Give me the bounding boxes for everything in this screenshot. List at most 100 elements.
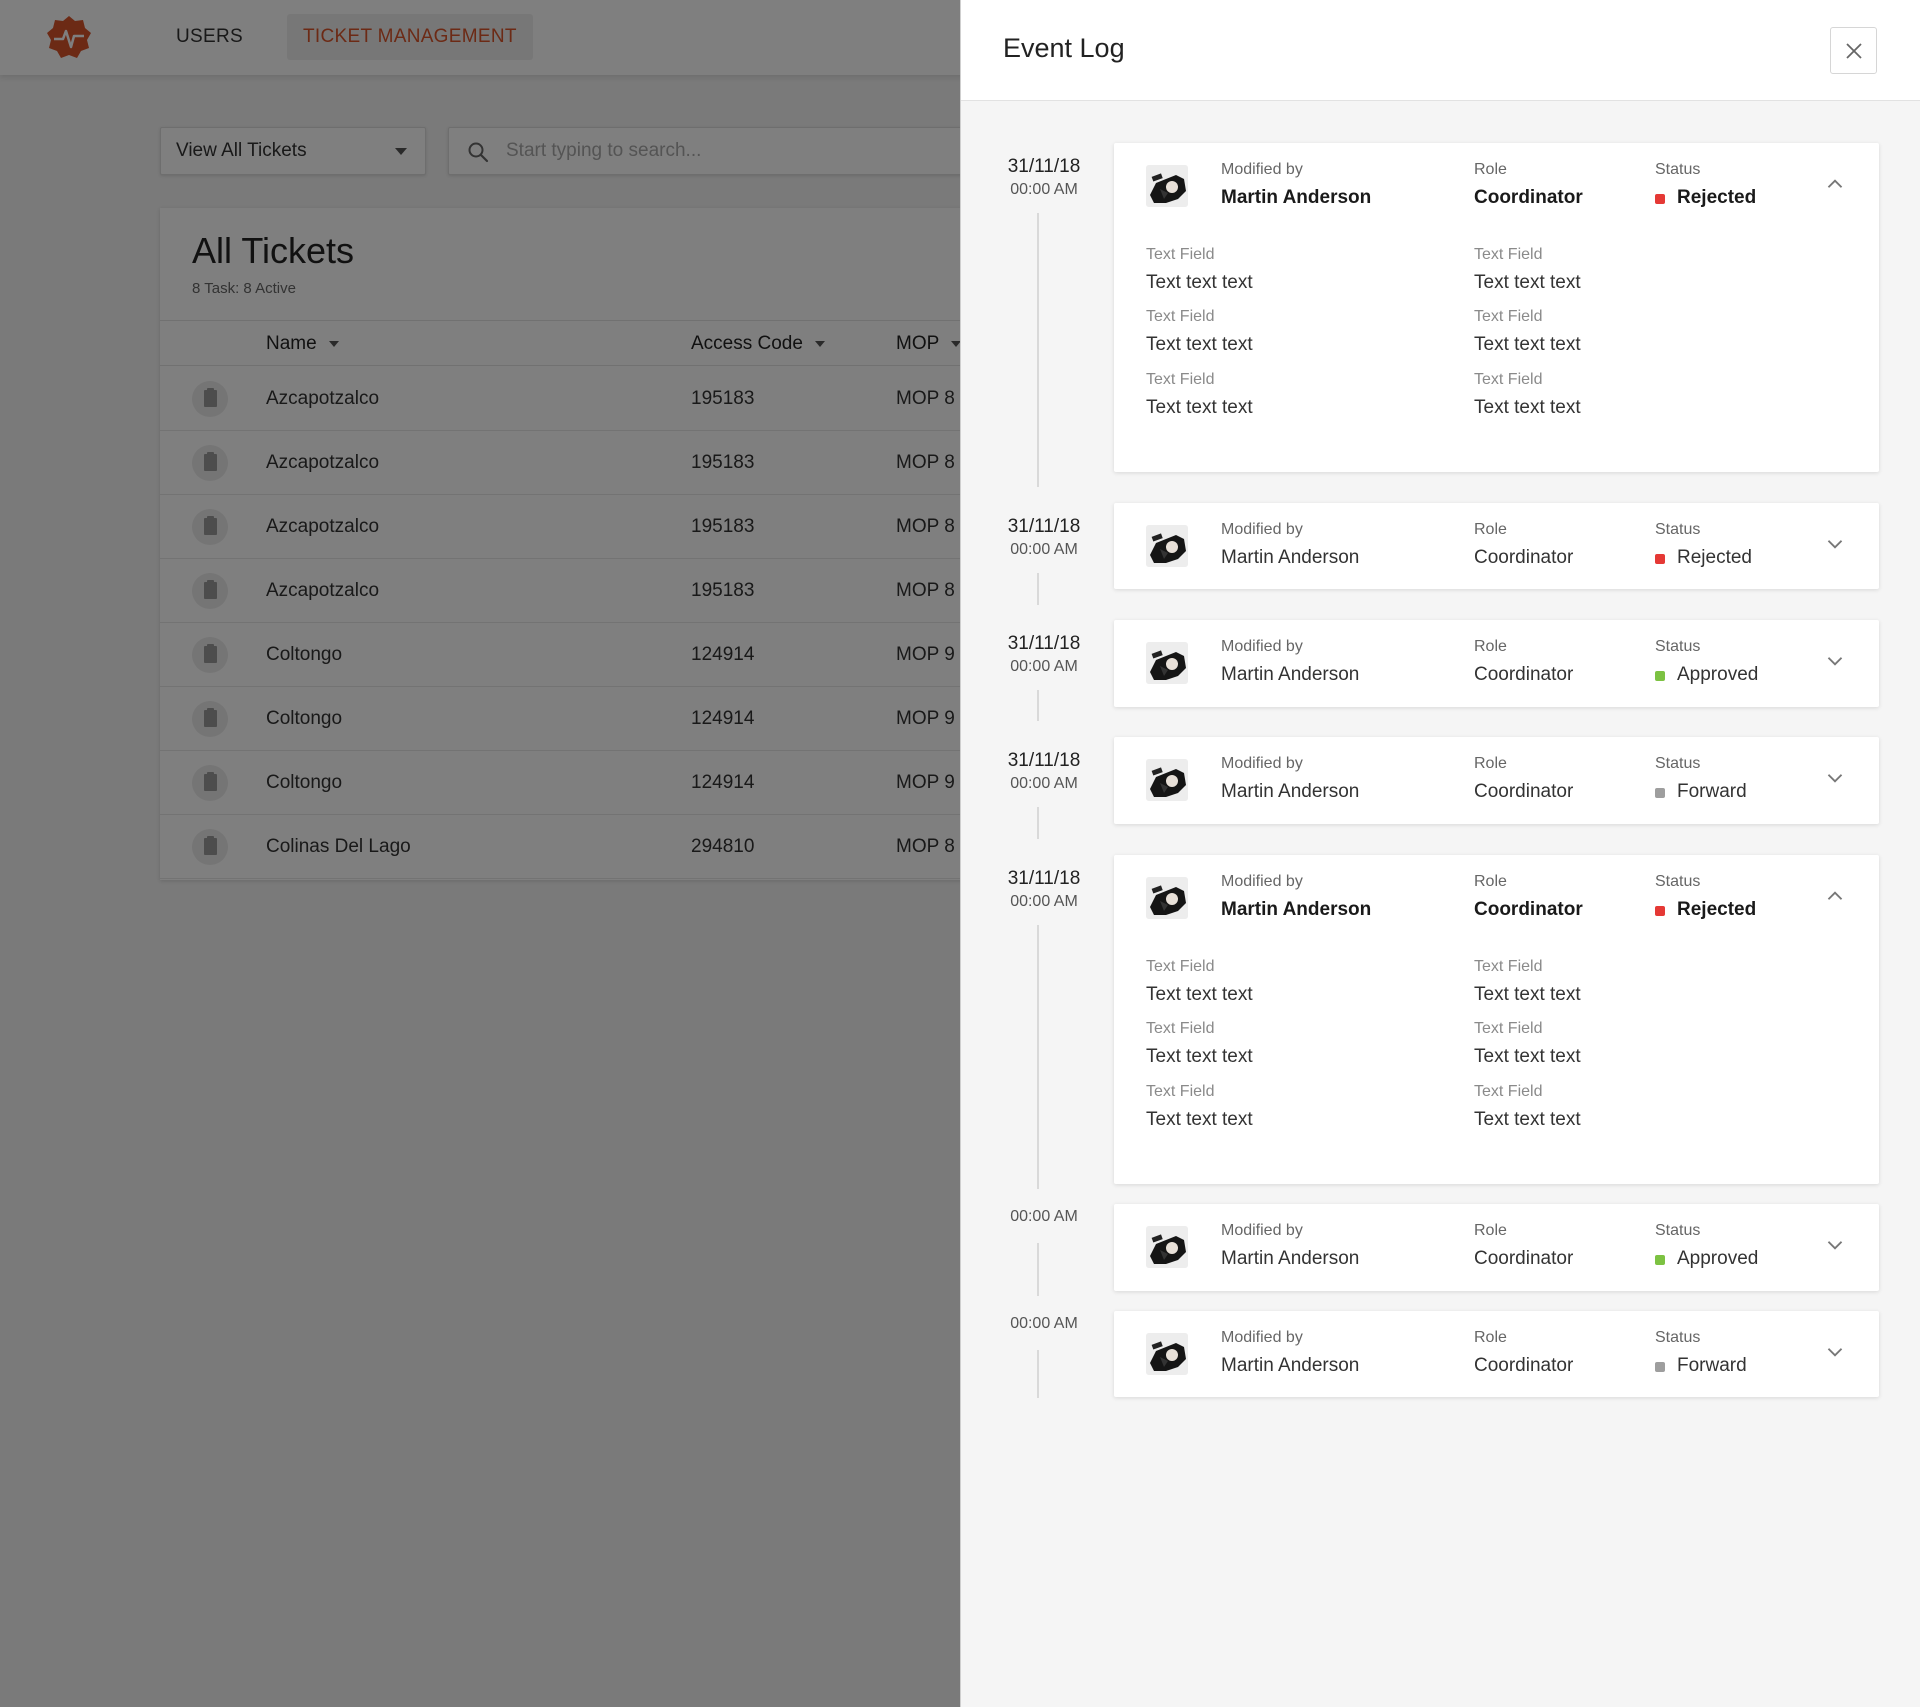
modified-by-value: Martin Anderson bbox=[1221, 899, 1372, 920]
timeline-connector bbox=[1037, 1350, 1039, 1398]
avatar bbox=[1146, 1333, 1188, 1375]
status-label: Status bbox=[1655, 873, 1701, 890]
status-indicator bbox=[1655, 906, 1665, 916]
event-time: 00:00 AM bbox=[1010, 181, 1078, 198]
avatar-image bbox=[1146, 1226, 1188, 1268]
role-value: Coordinator bbox=[1474, 899, 1583, 920]
avatar bbox=[1146, 525, 1188, 567]
role-value: Coordinator bbox=[1474, 1355, 1574, 1376]
text-field-value: Text text text bbox=[1474, 272, 1581, 293]
role-label: Role bbox=[1474, 1329, 1507, 1346]
modified-by-value: Martin Anderson bbox=[1221, 1355, 1360, 1376]
event-card-collapsed[interactable]: Modified by Martin Anderson Role Coordinato… bbox=[1114, 620, 1879, 707]
timeline-connector bbox=[1037, 807, 1039, 839]
text-field-label: Text Field bbox=[1474, 1020, 1543, 1037]
modified-by-label: Modified by bbox=[1221, 161, 1303, 178]
chevron-down-icon[interactable] bbox=[1825, 537, 1845, 551]
role-value: Coordinator bbox=[1474, 664, 1574, 685]
status-text: Forward bbox=[1677, 1355, 1747, 1376]
event-card-expanded[interactable]: Modified by Martin Anderson Role Coordinato… bbox=[1114, 855, 1879, 1184]
modified-by-label: Modified by bbox=[1221, 1222, 1303, 1239]
timeline-connector bbox=[1037, 690, 1039, 721]
text-field-value: Text text text bbox=[1474, 397, 1581, 418]
modified-by-label: Modified by bbox=[1221, 1329, 1303, 1346]
status-indicator bbox=[1655, 671, 1665, 681]
modified-by-value: Martin Anderson bbox=[1221, 664, 1360, 685]
status-value: Forward bbox=[1655, 1355, 1747, 1377]
event-time: 00:00 AM bbox=[1010, 658, 1078, 675]
event-card-collapsed[interactable]: Modified by Martin Anderson Role Coordinato… bbox=[1114, 1204, 1879, 1291]
role-label: Role bbox=[1474, 638, 1507, 655]
status-value: Approved bbox=[1655, 1248, 1758, 1270]
role-label: Role bbox=[1474, 873, 1507, 890]
event-card-collapsed[interactable]: Modified by Martin Anderson Role Coordinato… bbox=[1114, 503, 1879, 589]
event-card-expanded[interactable]: Modified by Martin Anderson Role Coordinato… bbox=[1114, 143, 1879, 472]
text-field-value: Text text text bbox=[1474, 1046, 1581, 1067]
modified-by-value: Martin Anderson bbox=[1221, 547, 1360, 568]
text-field-value: Text text text bbox=[1146, 1046, 1253, 1067]
text-field-label: Text Field bbox=[1474, 246, 1543, 263]
event-time: 00:00 AM bbox=[1010, 1208, 1078, 1225]
status-indicator bbox=[1655, 194, 1665, 204]
event-log-drawer: Event Log 31/11/18 00:00 AM Modified by Mar… bbox=[960, 0, 1920, 1707]
event-date: 31/11/18 bbox=[1007, 516, 1081, 537]
role-label: Role bbox=[1474, 755, 1507, 772]
drawer-header: Event Log bbox=[961, 0, 1920, 101]
status-indicator bbox=[1655, 554, 1665, 564]
chevron-down-icon[interactable] bbox=[1825, 1238, 1845, 1252]
chevron-up-icon[interactable] bbox=[1825, 889, 1845, 903]
role-label: Role bbox=[1474, 161, 1507, 178]
avatar-image bbox=[1146, 165, 1188, 207]
avatar-image bbox=[1146, 1333, 1188, 1375]
status-label: Status bbox=[1655, 1329, 1701, 1346]
role-value: Coordinator bbox=[1474, 187, 1583, 208]
avatar bbox=[1146, 642, 1188, 684]
avatar-image bbox=[1146, 642, 1188, 684]
status-text: Approved bbox=[1677, 664, 1759, 685]
avatar-image bbox=[1146, 525, 1188, 567]
status-text: Approved bbox=[1677, 1248, 1759, 1269]
event-card-collapsed[interactable]: Modified by Martin Anderson Role Coordinato… bbox=[1114, 737, 1879, 824]
close-button[interactable] bbox=[1830, 27, 1877, 74]
avatar-image bbox=[1146, 877, 1188, 919]
status-value: Forward bbox=[1655, 781, 1747, 803]
event-card-collapsed[interactable]: Modified by Martin Anderson Role Coordinato… bbox=[1114, 1311, 1879, 1397]
timeline-connector bbox=[1037, 573, 1039, 605]
text-field-value: Text text text bbox=[1146, 397, 1253, 418]
status-indicator bbox=[1655, 1255, 1665, 1265]
text-field-label: Text Field bbox=[1474, 958, 1543, 975]
role-label: Role bbox=[1474, 1222, 1507, 1239]
avatar bbox=[1146, 877, 1188, 919]
text-field-label: Text Field bbox=[1474, 1083, 1543, 1100]
modified-by-value: Martin Anderson bbox=[1221, 781, 1360, 802]
role-value: Coordinator bbox=[1474, 1248, 1574, 1269]
status-text: Rejected bbox=[1677, 187, 1757, 208]
text-field-value: Text text text bbox=[1146, 334, 1253, 355]
chevron-up-icon[interactable] bbox=[1825, 177, 1845, 191]
event-date: 31/11/18 bbox=[1007, 633, 1081, 654]
status-label: Status bbox=[1655, 638, 1701, 655]
chevron-down-icon[interactable] bbox=[1825, 1345, 1845, 1359]
modified-by-label: Modified by bbox=[1221, 755, 1303, 772]
status-label: Status bbox=[1655, 521, 1701, 538]
chevron-down-icon[interactable] bbox=[1825, 654, 1845, 668]
modified-by-label: Modified by bbox=[1221, 873, 1303, 890]
text-field-value: Text text text bbox=[1474, 984, 1581, 1005]
text-field-label: Text Field bbox=[1474, 371, 1543, 388]
status-indicator bbox=[1655, 788, 1665, 798]
text-field-label: Text Field bbox=[1146, 1020, 1215, 1037]
event-date: 31/11/18 bbox=[1007, 868, 1081, 889]
status-text: Rejected bbox=[1677, 547, 1752, 568]
status-label: Status bbox=[1655, 1222, 1701, 1239]
text-field-label: Text Field bbox=[1146, 371, 1215, 388]
status-text: Forward bbox=[1677, 781, 1747, 802]
status-value: Approved bbox=[1655, 664, 1758, 686]
event-time: 00:00 AM bbox=[1010, 775, 1078, 792]
status-label: Status bbox=[1655, 755, 1701, 772]
status-value: Rejected bbox=[1655, 547, 1752, 569]
role-label: Role bbox=[1474, 521, 1507, 538]
role-value: Coordinator bbox=[1474, 547, 1574, 568]
status-text: Rejected bbox=[1677, 899, 1757, 920]
chevron-down-icon[interactable] bbox=[1825, 771, 1845, 785]
status-label: Status bbox=[1655, 161, 1701, 178]
